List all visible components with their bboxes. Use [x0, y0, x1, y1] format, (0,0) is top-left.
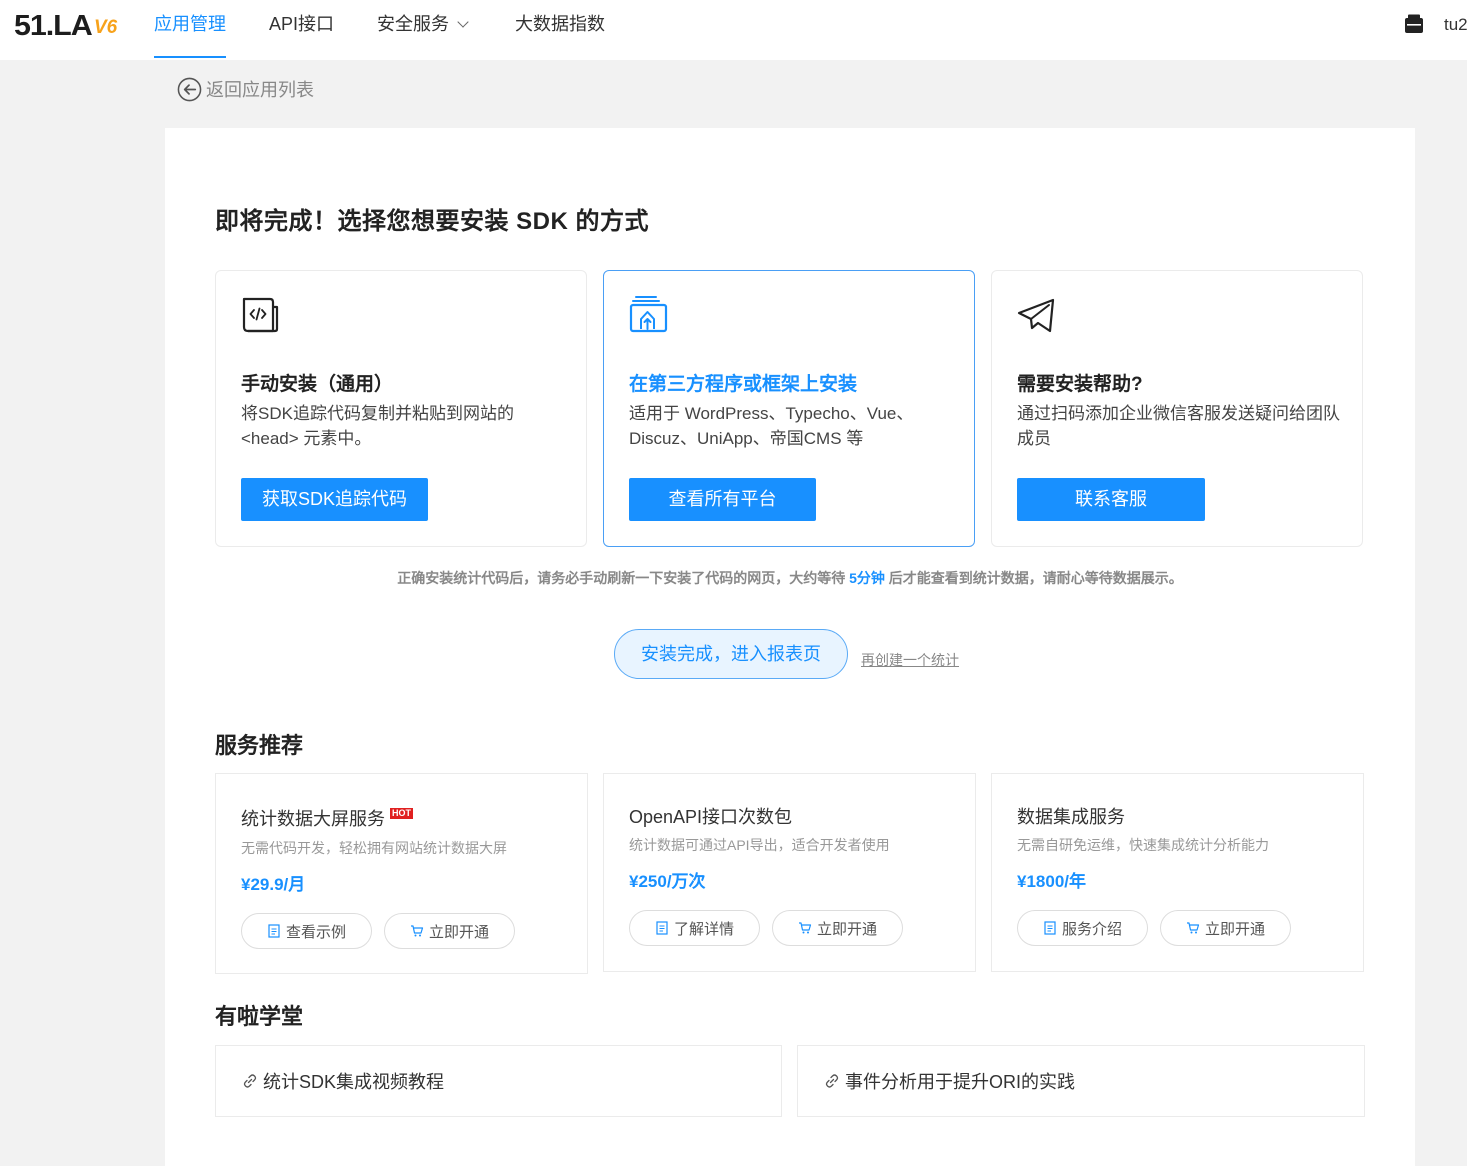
nav-item-label: 安全服务 — [377, 14, 449, 34]
service-name: OpenAPI接口次数包 — [629, 807, 793, 827]
platform-upload-icon — [629, 296, 668, 333]
view-all-platforms-button[interactable]: 查看所有平台 — [629, 478, 816, 521]
nav-item-label: 大数据指数 — [515, 14, 605, 34]
service-name-row: 统计数据大屏服务 HOT — [241, 805, 413, 831]
top-navbar: 51.LA V6 应用管理 API接口 安全服务 大数据指数 tu2 — [0, 0, 1467, 60]
code-file-icon — [242, 297, 279, 333]
nav-item-label: API接口 — [269, 14, 335, 34]
nav-item-api[interactable]: API接口 — [269, 0, 334, 60]
academy-item-event-analysis[interactable]: 事件分析用于提升ORI的实践 — [797, 1045, 1365, 1117]
option-description: 将SDK追踪代码复制并粘贴到网站的<head> 元素中。 — [241, 404, 514, 448]
paper-plane-icon — [1017, 298, 1055, 333]
button-label: 立即开通 — [1204, 920, 1265, 938]
service-card-openapi: OpenAPI接口次数包 统计数据可通过API导出，适合开发者使用 ¥250/万… — [603, 773, 976, 972]
option-title: 在第三方程序或框架上安装 — [629, 374, 858, 395]
button-label: 服务介绍 — [1061, 920, 1122, 938]
option-card-third-party: 在第三方程序或框架上安装 适用于 WordPress、Typecho、Vue、D… — [603, 270, 975, 547]
service-name-row: OpenAPI接口次数包 — [629, 803, 792, 829]
nav-item-security[interactable]: 安全服务 — [377, 0, 469, 60]
get-sdk-code-button[interactable]: 获取SDK追踪代码 — [241, 478, 428, 521]
service-name: 数据集成服务 — [1017, 807, 1125, 827]
finish-install-button[interactable]: 安装完成，进入报表页 — [614, 629, 848, 679]
logo[interactable]: 51.LA V6 — [14, 11, 117, 41]
option-card-manual: 手动安装（通用） 将SDK追踪代码复制并粘贴到网站的<head> 元素中。 获取… — [215, 270, 587, 547]
chevron-down-icon — [457, 16, 469, 28]
option-title: 需要安装帮助? — [1017, 374, 1143, 395]
message-box-icon[interactable] — [1404, 14, 1424, 34]
arrow-left-circle-icon — [177, 77, 202, 101]
subscribe-button[interactable]: 立即开通 — [772, 910, 903, 946]
option-card-help: 需要安装帮助? 通过扫码添加企业微信客服发送疑问给团队成员 联系客服 — [991, 270, 1363, 547]
document-icon — [268, 924, 280, 938]
contact-support-button[interactable]: 联系客服 — [1017, 478, 1205, 521]
back-to-app-list[interactable]: 返回应用列表 — [177, 76, 314, 102]
service-name: 统计数据大屏服务 — [241, 809, 385, 829]
notice-text-before: 正确安装统计代码后，请务必手动刷新一下安装了代码的网页，大约等待 — [397, 570, 850, 586]
create-another-link[interactable]: 再创建一个统计 — [861, 650, 959, 670]
academy-item-sdk-video[interactable]: 统计SDK集成视频教程 — [215, 1045, 782, 1117]
document-icon — [656, 921, 668, 935]
option-title: 手动安装（通用） — [241, 374, 394, 395]
service-description: 统计数据可通过API导出，适合开发者使用 — [629, 837, 890, 853]
option-description: 适用于 WordPress、Typecho、Vue、Discuz、UniApp、… — [629, 404, 914, 448]
service-description: 无需代码开发，轻松拥有网站统计数据大屏 — [241, 840, 507, 856]
cart-icon — [410, 925, 424, 937]
button-label: 查看示例 — [285, 923, 346, 941]
service-card-integration: 数据集成服务 无需自研免运维，快速集成统计分析能力 ¥1800/年 服务介绍 立… — [991, 773, 1364, 972]
document-icon — [1044, 921, 1056, 935]
service-name-row: 数据集成服务 — [1017, 803, 1125, 829]
back-label: 返回应用列表 — [206, 80, 314, 100]
academy-section-title: 有啦学堂 — [215, 1004, 304, 1029]
academy-item-label: 统计SDK集成视频教程 — [263, 1072, 445, 1092]
service-price: ¥1800/年 — [1017, 872, 1086, 891]
nav-item-app-management[interactable]: 应用管理 — [154, 0, 226, 60]
learn-more-button[interactable]: 了解详情 — [629, 910, 760, 946]
page-title: 即将完成！选择您想要安装 SDK 的方式 — [215, 208, 650, 235]
user-name[interactable]: tu2 — [1444, 0, 1467, 50]
link-icon — [243, 1074, 257, 1088]
nav-item-bigdata[interactable]: 大数据指数 — [515, 0, 605, 60]
service-price: ¥29.9/月 — [241, 875, 306, 894]
view-example-button[interactable]: 查看示例 — [241, 913, 372, 949]
cart-icon — [1186, 922, 1200, 934]
notice-text-after: 后才能查看到统计数据，请耐心等待数据展示。 — [884, 570, 1183, 586]
button-label: 了解详情 — [673, 920, 734, 938]
link-icon — [825, 1074, 839, 1088]
option-description: 通过扫码添加企业微信客服发送疑问给团队成员 — [1017, 404, 1340, 448]
subscribe-button[interactable]: 立即开通 — [1160, 910, 1291, 946]
service-price: ¥250/万次 — [629, 872, 706, 891]
notice-highlight: 5分钟 — [849, 570, 885, 586]
subscribe-button[interactable]: 立即开通 — [384, 913, 515, 949]
service-card-dashboard: 统计数据大屏服务 HOT 无需代码开发，轻松拥有网站统计数据大屏 ¥29.9/月… — [215, 773, 588, 974]
hot-badge: HOT — [390, 807, 413, 819]
logo-text: 51.LA — [14, 10, 93, 42]
logo-version: V6 — [93, 17, 118, 38]
service-intro-button[interactable]: 服务介绍 — [1017, 910, 1148, 946]
nav-item-label: 应用管理 — [154, 14, 226, 34]
cart-icon — [798, 922, 812, 934]
install-notice: 正确安装统计代码后，请务必手动刷新一下安装了代码的网页，大约等待 5分钟 后才能… — [165, 568, 1415, 588]
services-section-title: 服务推荐 — [215, 733, 304, 758]
academy-item-label: 事件分析用于提升ORI的实践 — [845, 1072, 1075, 1092]
service-description: 无需自研免运维，快速集成统计分析能力 — [1017, 837, 1269, 853]
button-label: 立即开通 — [816, 920, 877, 938]
button-label: 立即开通 — [428, 923, 489, 941]
